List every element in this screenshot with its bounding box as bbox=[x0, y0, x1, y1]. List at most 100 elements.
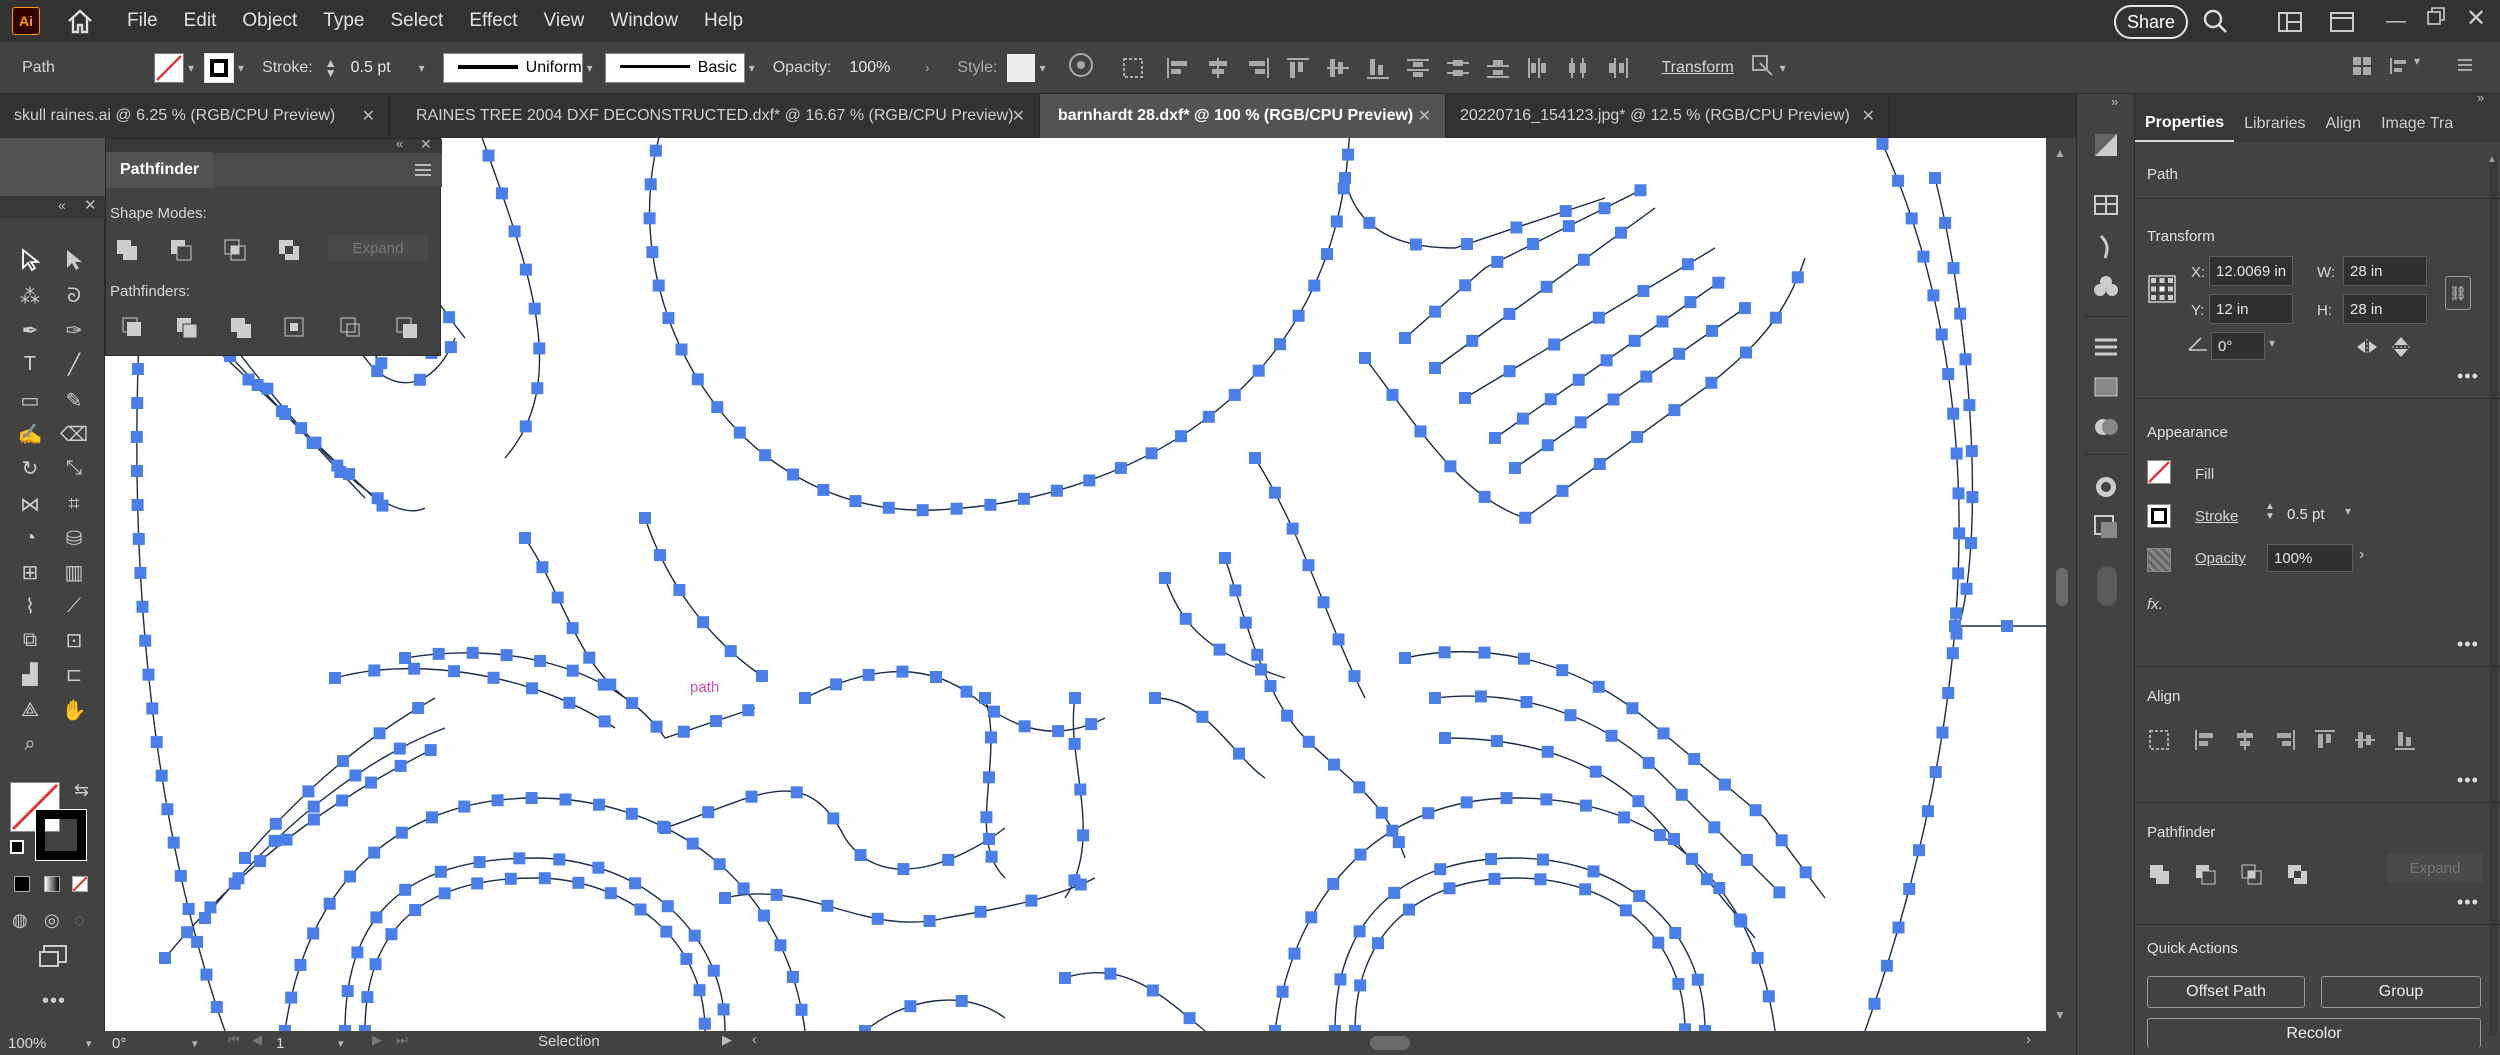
anchor-point[interactable] bbox=[1025, 894, 1038, 907]
anchor-point[interactable] bbox=[1489, 432, 1501, 444]
anchor-point[interactable] bbox=[375, 357, 388, 370]
anchor-point[interactable] bbox=[625, 807, 638, 820]
anchor-point[interactable] bbox=[1179, 612, 1192, 625]
menu-object[interactable]: Object bbox=[229, 10, 310, 32]
anchor-point[interactable] bbox=[1657, 727, 1670, 740]
anchor-point[interactable] bbox=[673, 584, 686, 596]
minus-front-icon[interactable] bbox=[170, 239, 192, 261]
minus-back-icon[interactable] bbox=[396, 317, 418, 339]
anchor-point[interactable] bbox=[1083, 474, 1096, 487]
anchor-point[interactable] bbox=[697, 616, 710, 629]
anchor-point[interactable] bbox=[146, 702, 159, 715]
anchor-point[interactable] bbox=[960, 685, 973, 698]
anchor-point[interactable] bbox=[513, 852, 526, 865]
properties-scrollbar[interactable] bbox=[2489, 156, 2497, 1036]
rotation-dropdown-icon[interactable]: ▾ bbox=[192, 1037, 198, 1050]
anchor-point[interactable] bbox=[1540, 793, 1553, 806]
vertical-align-center-icon[interactable] bbox=[1325, 56, 1351, 80]
anchor-point[interactable] bbox=[652, 279, 665, 292]
rectangle-tool-icon[interactable]: ▭ bbox=[16, 386, 44, 414]
share-button[interactable]: Share bbox=[2114, 5, 2188, 39]
anchor-point[interactable] bbox=[1966, 491, 1979, 504]
menu-select[interactable]: Select bbox=[378, 10, 457, 32]
puppet-warp-icon[interactable] bbox=[1750, 53, 1776, 82]
anchor-point[interactable] bbox=[854, 849, 867, 862]
anchor-point[interactable] bbox=[1478, 490, 1491, 503]
anchor-point[interactable] bbox=[1255, 663, 1267, 676]
anchor-point[interactable] bbox=[1544, 393, 1557, 406]
color-mode-icon[interactable] bbox=[14, 876, 30, 892]
menu-edit[interactable]: Edit bbox=[171, 10, 230, 32]
anchor-point[interactable] bbox=[131, 465, 143, 477]
anchor-point[interactable] bbox=[1762, 990, 1775, 1003]
constrain-proportions-icon[interactable]: ⛓ bbox=[2445, 276, 2471, 310]
draw-inside-icon[interactable]: ◌ bbox=[74, 910, 85, 931]
anchor-point[interactable] bbox=[1562, 220, 1575, 233]
anchor-point[interactable] bbox=[1559, 205, 1572, 218]
anchor-point[interactable] bbox=[349, 769, 362, 782]
anchor-point[interactable] bbox=[1516, 412, 1529, 425]
anchor-point[interactable] bbox=[1249, 452, 1261, 464]
pathfinder-tab[interactable]: Pathfinder bbox=[106, 152, 214, 188]
anchor-point[interactable] bbox=[644, 178, 657, 191]
swap-fill-stroke-icon[interactable]: ⇆ bbox=[74, 780, 89, 801]
horizontal-align-right-icon[interactable] bbox=[1245, 56, 1271, 80]
anchor-point[interactable] bbox=[395, 826, 408, 839]
anchor-point[interactable] bbox=[1673, 347, 1686, 360]
anchor-point[interactable] bbox=[1686, 852, 1698, 865]
anchor-point[interactable] bbox=[1652, 936, 1665, 949]
y-field[interactable]: 12 in bbox=[2209, 294, 2293, 324]
align-top-icon[interactable] bbox=[2313, 728, 2337, 752]
anchor-point[interactable] bbox=[950, 502, 963, 515]
collapse-toolbar-icon[interactable]: « bbox=[58, 197, 66, 213]
align-right-icon[interactable] bbox=[2273, 728, 2297, 752]
anchor-point[interactable] bbox=[134, 566, 147, 579]
anchor-point[interactable] bbox=[1880, 959, 1893, 972]
anchor-point[interactable] bbox=[525, 792, 538, 804]
anchor-point[interactable] bbox=[983, 771, 995, 784]
anchor-point[interactable] bbox=[1308, 279, 1321, 292]
anchor-point[interactable] bbox=[713, 858, 726, 871]
draw-normal-icon[interactable]: ◍ bbox=[12, 910, 28, 931]
close-tab-icon[interactable]: ✕ bbox=[362, 106, 375, 126]
offset-path-button[interactable]: Offset Path bbox=[2147, 976, 2305, 1008]
gradient-tool-icon[interactable]: ▥ bbox=[60, 558, 88, 586]
anchor-point[interactable] bbox=[1159, 572, 1171, 584]
align-vcenter-icon[interactable] bbox=[2353, 728, 2377, 752]
exclude-icon[interactable] bbox=[278, 239, 300, 261]
anchor-point[interactable] bbox=[1302, 559, 1315, 572]
anchor-point[interactable] bbox=[634, 903, 647, 916]
anchor-point[interactable] bbox=[711, 401, 724, 414]
anchor-point[interactable] bbox=[1668, 833, 1680, 845]
appearance-panel-icon[interactable] bbox=[2093, 474, 2119, 500]
lasso-tool-icon[interactable]: ᘐ bbox=[60, 282, 88, 310]
anchor-point[interactable] bbox=[654, 549, 666, 562]
anchor-point[interactable] bbox=[980, 811, 993, 824]
anchor-point[interactable] bbox=[533, 342, 546, 355]
anchor-point[interactable] bbox=[1229, 584, 1242, 597]
anchor-point[interactable] bbox=[659, 822, 671, 834]
anchor-point[interactable] bbox=[827, 812, 840, 825]
blend-tool-icon[interactable]: ⧉ bbox=[16, 626, 44, 654]
anchor-point[interactable] bbox=[487, 671, 500, 684]
anchor-point[interactable] bbox=[719, 892, 731, 904]
symbols-icon[interactable] bbox=[2093, 274, 2119, 300]
anchor-point[interactable] bbox=[1942, 687, 1955, 699]
minimize-icon[interactable]: — bbox=[2386, 10, 2406, 33]
default-fill-stroke-icon[interactable] bbox=[10, 840, 24, 854]
type-tool-icon[interactable]: T bbox=[16, 350, 44, 378]
anchor-point[interactable] bbox=[1342, 148, 1355, 161]
anchor-point[interactable] bbox=[276, 405, 288, 418]
anchor-point[interactable] bbox=[923, 915, 936, 927]
opacity-field[interactable]: 100% bbox=[843, 52, 922, 83]
restore-icon[interactable] bbox=[2426, 6, 2446, 31]
anchor-point[interactable] bbox=[131, 363, 144, 375]
anchor-point[interactable] bbox=[1626, 702, 1639, 715]
anchor-point[interactable] bbox=[795, 1003, 808, 1016]
align-bottom-icon[interactable] bbox=[2393, 728, 2417, 752]
anchor-point[interactable] bbox=[1439, 732, 1451, 744]
anchor-point[interactable] bbox=[1330, 215, 1343, 228]
anchor-point[interactable] bbox=[1615, 226, 1627, 239]
anchor-point[interactable] bbox=[268, 834, 281, 847]
anchor-point[interactable] bbox=[742, 704, 755, 717]
